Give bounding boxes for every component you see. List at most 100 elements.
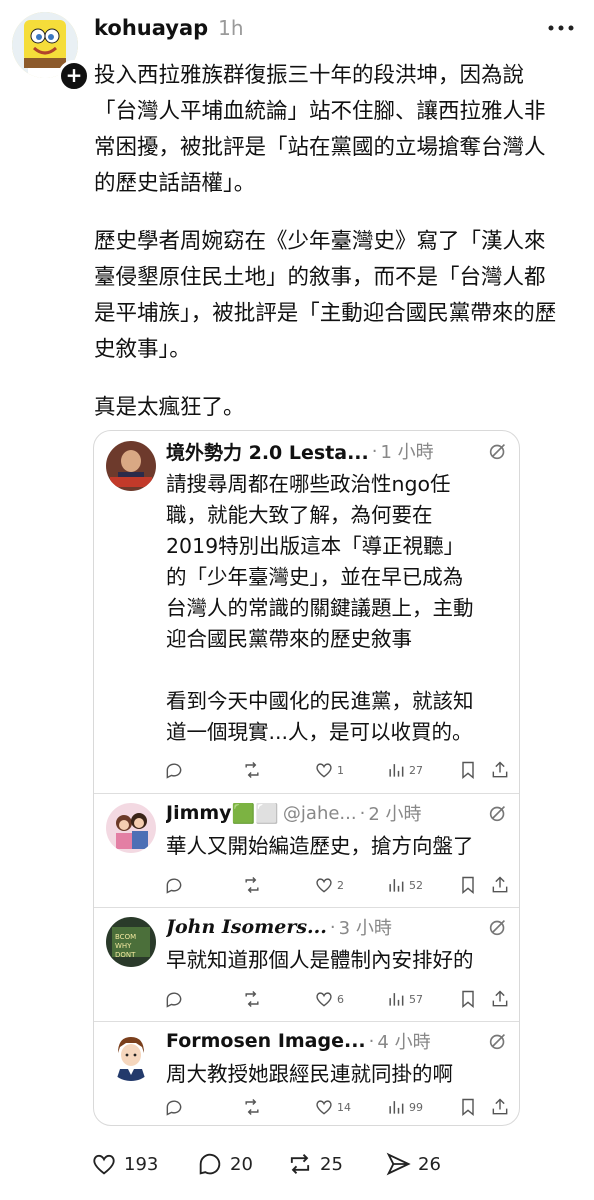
views-count: 57 [409,992,423,1006]
post-paragraph: 投入西拉雅族群復振三十年的段洪坤，因為說「台灣人平埔血統論」站不住腳、讓西拉雅人… [94,63,546,196]
like-button[interactable]: 2 [314,873,344,897]
reply-author[interactable]: Jimmy [166,802,232,824]
avatar[interactable]: BCOM WHY DONT [106,917,156,967]
bookmark-icon [462,1098,474,1117]
share-icon [492,876,508,893]
heart-icon [316,1100,332,1115]
views-button[interactable]: 57 [386,987,423,1011]
heart-icon [316,763,332,778]
share-icon [492,1098,508,1115]
share-icon [492,990,508,1007]
share-count: 26 [418,1153,441,1175]
post-paragraph: 真是太瘋狂了。 [94,395,245,420]
bookmark-button[interactable] [458,1095,478,1119]
like-count: 193 [124,1153,159,1175]
avatar[interactable] [106,803,156,853]
views-icon [389,1101,404,1114]
comment-button[interactable]: 20 [196,1146,253,1182]
retweet-icon [245,990,259,1008]
reply-item: Formosen Image... · 4 小時 周大教授她跟經民連就同掛的啊 … [94,1021,519,1125]
retweet-button[interactable] [242,987,262,1011]
reply-time: 3 小時 [338,918,392,939]
views-icon [389,993,404,1006]
reply-button[interactable] [164,758,184,782]
views-count: 99 [409,1100,423,1114]
reply-text: 周大教授她跟經民連就同掛的啊 [166,1062,453,1086]
username[interactable]: kohuayap [94,16,208,40]
like-count: 1 [337,763,344,777]
views-button[interactable]: 27 [386,758,423,782]
grok-icon[interactable] [487,1030,509,1052]
retweet-icon [245,1098,259,1116]
share-button[interactable] [490,1095,510,1119]
like-count: 6 [337,992,344,1006]
like-button[interactable]: 193 [90,1146,158,1182]
reply-handle[interactable]: @jahe... [283,803,357,824]
heart-icon [316,878,332,893]
reply-item: 境外勢力 2.0 Lesta... · 1 小時 請搜尋周都在哪些政治性ngo任… [94,431,519,794]
heart-icon [316,992,332,1007]
follow-plus-button[interactable]: + [58,60,90,92]
like-button[interactable]: 1 [314,758,344,782]
views-icon [389,764,404,777]
svg-text:WHY: WHY [115,942,132,950]
bookmark-button[interactable] [458,987,478,1011]
reply-text: 華人又開始編造歷史，搶方向盤了 [166,834,474,858]
reply-button[interactable] [164,987,184,1011]
quoted-image[interactable]: 境外勢力 2.0 Lesta... · 1 小時 請搜尋周都在哪些政治性ngo任… [93,430,520,1126]
share-button[interactable] [490,987,510,1011]
repost-icon [290,1154,310,1174]
reply-text: 早就知道那個人是體制內安排好的 [166,948,474,972]
reply-author[interactable]: 境外勢力 2.0 Lesta... [166,438,369,465]
repost-button[interactable]: 25 [286,1146,343,1182]
send-icon [386,1152,411,1176]
reply-icon [166,763,182,779]
grok-icon[interactable] [487,916,509,938]
retweet-button[interactable] [242,873,262,897]
like-button[interactable]: 14 [314,1095,351,1119]
reply-time: 4 小時 [377,1032,431,1053]
bookmark-button[interactable] [458,758,478,782]
reply-icon [166,992,182,1008]
like-count: 2 [337,878,344,892]
retweet-button[interactable] [242,758,262,782]
share-button[interactable]: 26 [384,1146,441,1182]
views-button[interactable]: 99 [386,1095,423,1119]
reply-text: 請搜尋周都在哪些政治性ngo任 職，就能大致了解，為何要在 2019特別出版這本… [166,472,474,744]
post-actions: 193 20 25 26 [90,1146,550,1182]
grok-icon[interactable] [487,440,509,462]
comment-icon [199,1153,221,1175]
retweet-icon [245,876,259,894]
svg-text:BCOM: BCOM [115,933,136,941]
share-button[interactable] [490,873,510,897]
views-icon [389,879,404,892]
avatar[interactable] [106,1031,156,1081]
retweet-button[interactable] [242,1095,262,1119]
reply-author[interactable]: John Isomers... [166,916,327,938]
reply-icon [166,1100,182,1116]
reply-button[interactable] [164,1095,184,1119]
reply-time: 2 小時 [368,804,422,825]
reply-icon [166,878,182,894]
bookmark-button[interactable] [458,873,478,897]
avatar[interactable] [106,441,156,491]
reply-author[interactable]: Formosen Image... [166,1030,366,1052]
svg-text:DONT: DONT [115,951,136,959]
views-count: 27 [409,763,423,777]
views-button[interactable]: 52 [386,873,423,897]
reply-button[interactable] [164,873,184,897]
share-button[interactable] [490,758,510,782]
post-body: 投入西拉雅族群復振三十年的段洪坤，因為說「台灣人平埔血統論」站不住腳、讓西拉雅人… [94,58,564,448]
grok-icon[interactable] [487,802,509,824]
comment-count: 20 [230,1153,253,1175]
reply-time: 1 小時 [380,442,434,463]
flag-emoji: 🟩⬜ [231,802,279,825]
post-paragraph: 歷史學者周婉窈在《少年臺灣史》寫了「漢人來臺侵墾原住民土地」的敘事，而不是「台灣… [94,229,557,362]
bookmark-icon [462,990,474,1009]
heart-icon [93,1154,115,1175]
share-icon [492,761,508,778]
like-count: 14 [337,1100,351,1114]
more-horizontal-icon[interactable] [546,18,576,38]
like-button[interactable]: 6 [314,987,344,1011]
post-time: 1h [218,16,244,40]
